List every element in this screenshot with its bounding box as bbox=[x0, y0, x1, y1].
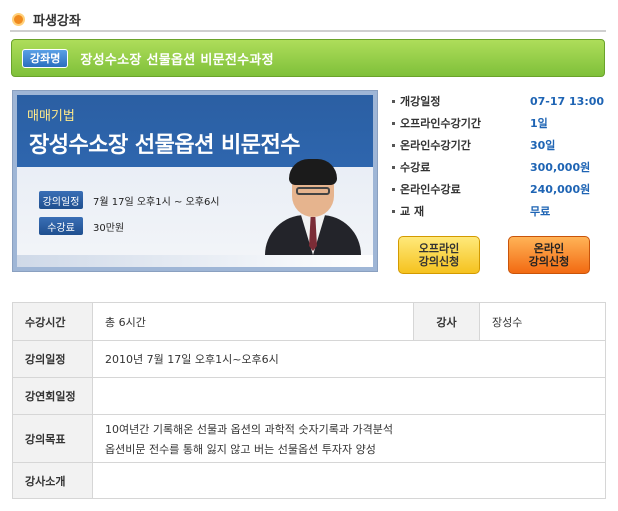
offline-apply-line2: 강의신청 bbox=[418, 255, 460, 268]
info-value: 30일 bbox=[530, 139, 556, 152]
person-hair bbox=[289, 159, 337, 185]
offline-apply-label: 오프라인 강의신청 bbox=[419, 242, 459, 268]
schedule-label: 강의일정 bbox=[12, 340, 93, 378]
table-row: 강의일정 2010년 7월 17일 오후1시~오후6시 bbox=[12, 340, 606, 378]
online-apply-line1: 온라인 bbox=[533, 242, 565, 255]
offline-apply-line1: 오프라인 bbox=[418, 242, 460, 255]
info-value: 무료 bbox=[530, 205, 551, 218]
schedule-value: 2010년 7월 17일 오후1시~오후6시 bbox=[92, 340, 606, 378]
online-apply-line2: 강의신청 bbox=[528, 255, 570, 268]
banner-label: 강의일정 bbox=[39, 191, 83, 209]
instructor-photo bbox=[259, 155, 367, 267]
info-label: 온라인수강기간 bbox=[400, 139, 471, 152]
course-info-list: 개강일정 07-17 13:00 오프라인수강기간 1일 온라인수강기간 30일 수강… bbox=[392, 90, 606, 222]
course-name: 장성수소장 선물옵션 비문전수과정 bbox=[80, 52, 274, 68]
table-row: 강의목표 10여년간 기록해온 선물과 옵션의 과학적 숫자기록과 가격분석 옵… bbox=[12, 414, 606, 463]
bullet-icon bbox=[392, 99, 395, 103]
bullet-icon bbox=[392, 121, 395, 125]
bullet-icon bbox=[392, 165, 395, 169]
banner-value: 30만원 bbox=[93, 222, 125, 234]
info-value: 1일 bbox=[530, 117, 548, 130]
goal-value: 10여년간 기록해온 선물과 옵션의 과학적 숫자기록과 가격분석 옵션비문 전… bbox=[92, 414, 606, 463]
banner-background: 매매기법 장성수소장 선물옵션 비문전수 강의일정 7월 17일 오후1시 ~ … bbox=[17, 95, 373, 267]
info-label: 개강일정 bbox=[400, 95, 441, 108]
info-value: 07-17 13:00 bbox=[530, 94, 605, 108]
info-value: 240,000원 bbox=[530, 183, 591, 196]
info-label: 오프라인수강기간 bbox=[400, 117, 481, 130]
online-apply-label: 온라인 강의신청 bbox=[529, 242, 569, 268]
bullet-icon bbox=[392, 143, 395, 147]
info-row: 온라인수강료 240,000원 bbox=[392, 178, 606, 200]
instructor-label: 강사 bbox=[413, 302, 480, 341]
info-row: 교 재 무료 bbox=[392, 200, 606, 222]
info-value: 300,000원 bbox=[530, 161, 591, 174]
time-label: 수강시간 bbox=[12, 302, 93, 341]
intro-label: 강사소개 bbox=[12, 462, 93, 499]
course-badge: 강좌명 bbox=[22, 48, 69, 68]
online-apply-button[interactable]: 온라인 강의신청 bbox=[508, 236, 590, 274]
table-row: 강연회일정 bbox=[12, 377, 606, 415]
banner-tag: 매매기법 bbox=[27, 109, 75, 124]
person-glasses bbox=[296, 187, 330, 195]
info-row: 개강일정 07-17 13:00 bbox=[392, 90, 606, 112]
banner-ribbon bbox=[17, 255, 373, 267]
course-title-bar: 강좌명 장성수소장 선물옵션 비문전수과정 bbox=[11, 39, 605, 77]
table-row: 강사소개 bbox=[12, 462, 606, 499]
banner-value: 7월 17일 오후1시 ~ 오후6시 bbox=[93, 196, 220, 208]
goal-line-2: 옵션비문 전수를 통해 잃지 않고 버는 선물옵션 투자자 양성 bbox=[105, 442, 376, 456]
time-value: 총 6시간 bbox=[92, 302, 414, 341]
info-row: 수강료 300,000원 bbox=[392, 156, 606, 178]
info-row: 오프라인수강기간 1일 bbox=[392, 112, 606, 134]
banner-label: 수강료 bbox=[39, 217, 83, 235]
info-label: 온라인수강료 bbox=[400, 183, 461, 196]
table-row: 수강시간 총 6시간 강사 장성수 bbox=[12, 302, 606, 341]
section-title: 파생강좌 bbox=[33, 13, 81, 29]
goal-line-1: 10여년간 기록해온 선물과 옵션의 과학적 숫자기록과 가격분석 bbox=[105, 422, 393, 436]
session-label: 강연회일정 bbox=[12, 377, 93, 415]
orange-dot-icon bbox=[12, 12, 25, 26]
banner-row: 강의일정 7월 17일 오후1시 ~ 오후6시 bbox=[39, 191, 239, 209]
course-banner-image: 매매기법 장성수소장 선물옵션 비문전수 강의일정 7월 17일 오후1시 ~ … bbox=[12, 90, 378, 272]
banner-info: 강의일정 7월 17일 오후1시 ~ 오후6시 수강료 30만원 bbox=[39, 191, 239, 243]
offline-apply-button[interactable]: 오프라인 강의신청 bbox=[398, 236, 480, 274]
info-label: 교 재 bbox=[400, 205, 425, 218]
session-value bbox=[92, 377, 606, 415]
info-label: 수강료 bbox=[400, 161, 431, 174]
bullet-icon bbox=[392, 209, 395, 213]
banner-row: 수강료 30만원 bbox=[39, 217, 239, 235]
course-detail-table: 수강시간 총 6시간 강사 장성수 강의일정 2010년 7월 17일 오후1시… bbox=[12, 302, 606, 499]
section-header: 파생강좌 bbox=[10, 8, 606, 32]
info-row: 온라인수강기간 30일 bbox=[392, 134, 606, 156]
intro-value bbox=[92, 462, 606, 499]
instructor-value: 장성수 bbox=[479, 302, 606, 341]
goal-label: 강의목표 bbox=[12, 414, 93, 463]
bullet-icon bbox=[392, 187, 395, 191]
